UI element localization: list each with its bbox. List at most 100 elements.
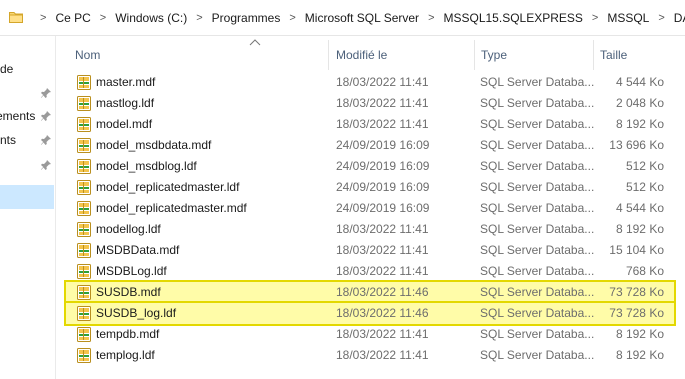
nav-item-3[interactable]: nts: [0, 130, 55, 150]
file-row[interactable]: MSDBData.mdf 18/03/2022 11:41 SQL Server D…: [66, 240, 674, 261]
file-name: MSDBData.mdf: [96, 243, 180, 257]
pin-icon[interactable]: [40, 87, 52, 99]
file-type: SQL Server Databa...: [480, 285, 595, 299]
file-row[interactable]: model_replicatedmaster.mdf 24/09/2019 16:…: [66, 198, 674, 219]
sql-database-file-icon: [77, 117, 91, 132]
sql-database-file-icon: [77, 243, 91, 258]
file-row[interactable]: mastlog.ldf 18/03/2022 11:41 SQL Server Da…: [66, 93, 674, 114]
file-name: SUSDB.mdf: [96, 285, 161, 299]
file-type: SQL Server Databa...: [480, 75, 595, 89]
breadcrumb-separator[interactable]: >: [40, 12, 46, 24]
breadcrumb-separator[interactable]: >: [428, 12, 434, 24]
breadcrumb-separator[interactable]: >: [196, 12, 202, 24]
file-modified: 18/03/2022 11:46: [336, 285, 429, 299]
file-name: MSDBLog.ldf: [96, 264, 167, 278]
file-modified: 18/03/2022 11:41: [336, 222, 429, 236]
breadcrumb-item[interactable]: Microsoft SQL Server: [304, 11, 420, 25]
sql-database-file-icon: [77, 285, 91, 300]
file-row[interactable]: SUSDB.mdf 18/03/2022 11:46 SQL Server Data…: [64, 280, 676, 305]
sql-database-file-icon: [77, 348, 91, 363]
file-row[interactable]: model_msdbdata.mdf 24/09/2019 16:09 SQL Se…: [66, 135, 674, 156]
file-modified: 24/09/2019 16:09: [336, 159, 430, 173]
file-modified: 24/09/2019 16:09: [336, 201, 430, 215]
file-modified: 18/03/2022 11:41: [336, 96, 429, 110]
sql-database-file-icon: [77, 138, 91, 153]
column-name[interactable]: Nom: [75, 46, 100, 64]
navigation-pane[interactable]: de ements nts: [0, 36, 56, 379]
column-type[interactable]: Type: [481, 46, 507, 64]
file-row[interactable]: master.mdf 18/03/2022 11:41 SQL Server Dat…: [66, 72, 674, 93]
file-row[interactable]: MSDBLog.ldf 18/03/2022 11:41 SQL Server Da…: [66, 261, 674, 282]
file-size: 4 544 Ko: [615, 75, 664, 89]
file-row[interactable]: templog.ldf 18/03/2022 11:41 SQL Server Da…: [66, 345, 674, 366]
address-bar[interactable]: > Ce PC > Windows (C:) > Programmes > Microsoft…: [0, 0, 685, 36]
file-size: 15 104 Ko: [609, 243, 664, 257]
file-size: 8 192 Ko: [615, 327, 664, 341]
sql-database-file-icon: [77, 159, 91, 174]
column-divider[interactable]: [593, 40, 594, 70]
file-type: SQL Server Databa...: [480, 243, 595, 257]
breadcrumb-separator[interactable]: >: [100, 12, 106, 24]
file-row[interactable]: SUSDB_log.ldf 18/03/2022 11:46 SQL Server …: [64, 301, 676, 326]
pin-icon[interactable]: [40, 110, 52, 122]
sql-database-file-icon: [77, 75, 91, 90]
nav-item-0[interactable]: de: [0, 59, 55, 79]
file-name: master.mdf: [96, 75, 156, 89]
pin-icon[interactable]: [40, 134, 52, 146]
nav-item-4[interactable]: [0, 155, 55, 175]
file-row[interactable]: model_msdblog.ldf 24/09/2019 16:09 SQL Ser…: [66, 156, 674, 177]
breadcrumb-item[interactable]: MSSQL15.SQLEXPRESS: [443, 11, 584, 25]
sql-database-file-icon: [77, 264, 91, 279]
sql-database-file-icon: [77, 180, 91, 195]
column-divider[interactable]: [474, 40, 475, 70]
file-size: 2 048 Ko: [615, 96, 664, 110]
file-name: model.mdf: [96, 117, 153, 131]
nav-item-2[interactable]: ements: [0, 106, 55, 126]
breadcrumb-item[interactable]: Ce PC: [54, 11, 91, 25]
file-size: 4 544 Ko: [615, 201, 664, 215]
pin-icon[interactable]: [40, 159, 52, 171]
file-type: SQL Server Databa...: [480, 306, 595, 320]
breadcrumb-separator[interactable]: >: [289, 12, 295, 24]
column-size[interactable]: Taille: [600, 46, 627, 64]
file-name: model_msdblog.ldf: [96, 159, 197, 173]
file-name: modellog.ldf: [96, 222, 161, 236]
breadcrumb-item[interactable]: Programmes: [211, 11, 282, 25]
file-size: 73 728 Ko: [609, 306, 664, 320]
sql-database-file-icon: [77, 222, 91, 237]
sql-database-file-icon: [77, 201, 91, 216]
nav-item-label: nts: [0, 133, 17, 147]
file-modified: 18/03/2022 11:41: [336, 75, 429, 89]
file-size: 512 Ko: [625, 180, 664, 194]
file-modified: 18/03/2022 11:41: [336, 264, 429, 278]
chevron-down-icon[interactable]: [675, 10, 685, 26]
file-name: mastlog.ldf: [96, 96, 155, 110]
column-divider[interactable]: [328, 40, 329, 70]
nav-item-label: de: [0, 62, 14, 76]
breadcrumb-separator[interactable]: >: [658, 12, 664, 24]
file-row[interactable]: modellog.ldf 18/03/2022 11:41 SQL Server D…: [66, 219, 674, 240]
file-modified: 24/09/2019 16:09: [336, 180, 430, 194]
nav-item-1[interactable]: [0, 83, 55, 103]
file-size: 8 192 Ko: [615, 348, 664, 362]
file-modified: 18/03/2022 11:41: [336, 243, 429, 257]
file-row[interactable]: model.mdf 18/03/2022 11:41 SQL Server Data…: [66, 114, 674, 135]
breadcrumb-item[interactable]: Windows (C:): [114, 11, 188, 25]
column-header: Nom Modifié le Type Taille: [56, 36, 685, 72]
folder-icon: [9, 12, 23, 23]
file-name: model_replicatedmaster.mdf: [96, 201, 247, 215]
breadcrumb-item[interactable]: MSSQL: [606, 11, 650, 25]
file-name: SUSDB_log.ldf: [96, 306, 177, 320]
sort-ascending-icon[interactable]: [249, 38, 261, 46]
file-row[interactable]: model_replicatedmaster.ldf 24/09/2019 16:…: [66, 177, 674, 198]
file-size: 768 Ko: [625, 264, 664, 278]
file-type: SQL Server Databa...: [480, 96, 595, 110]
file-row[interactable]: tempdb.mdf 18/03/2022 11:41 SQL Server Dat…: [66, 324, 674, 345]
breadcrumb-separator[interactable]: >: [592, 12, 598, 24]
file-size: 8 192 Ko: [615, 117, 664, 131]
column-modified[interactable]: Modifié le: [336, 46, 387, 64]
file-type: SQL Server Databa...: [480, 117, 595, 131]
file-type: SQL Server Databa...: [480, 348, 595, 362]
nav-item-selected[interactable]: [0, 185, 54, 209]
sql-database-file-icon: [77, 306, 91, 321]
